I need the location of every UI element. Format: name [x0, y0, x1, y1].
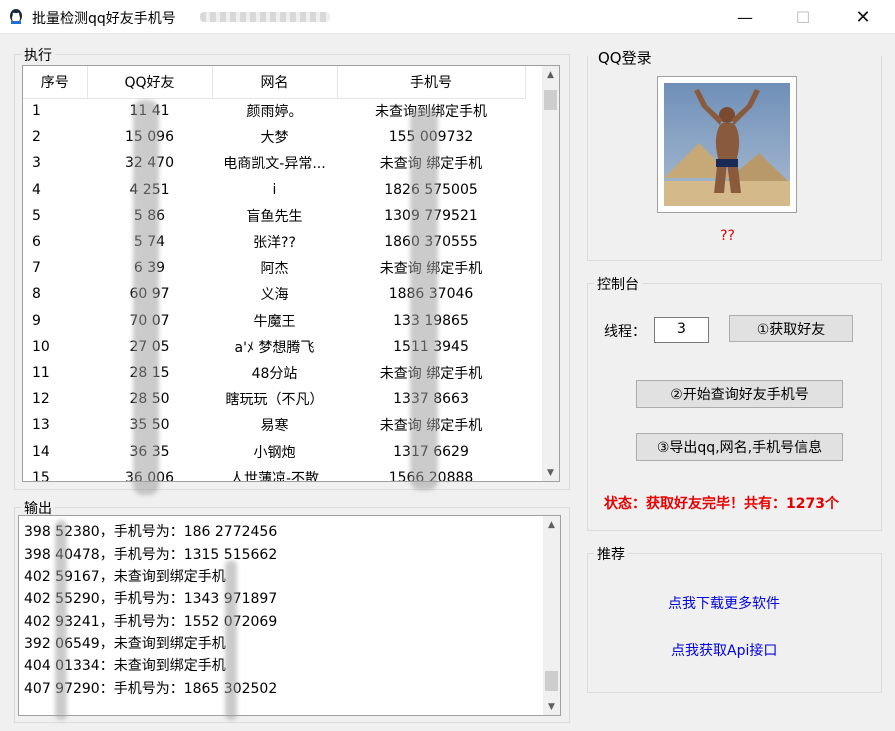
status-text: 状态：获取好友完毕！共有：1273个	[604, 496, 839, 512]
query-phones-button[interactable]: ②开始查询好友手机号	[636, 380, 843, 408]
redaction-smudge	[225, 560, 237, 720]
redaction-smudge	[133, 100, 159, 495]
column-header-no[interactable]: 序号	[23, 66, 88, 99]
table-row[interactable]: 970 07牛魔王133 19865	[23, 308, 525, 334]
row-nickname: 48分站	[251, 365, 298, 382]
column-header-qq[interactable]: QQ好友	[87, 66, 213, 99]
row-nickname: 小钢炮	[253, 444, 296, 461]
row-no: 12	[32, 391, 50, 408]
row-no: 13	[32, 417, 50, 434]
table-row[interactable]: 215 096大梦155 009732	[23, 124, 525, 150]
row-nickname: 张洋??	[253, 235, 296, 252]
row-no: 7	[32, 260, 41, 277]
get-friends-button[interactable]: ①获取好友	[729, 315, 853, 342]
table-row[interactable]: 1228 50瞎玩玩（不凡）1337 8663	[23, 386, 525, 412]
friends-table[interactable]: 序号 QQ好友 网名 手机号 111 41颜雨婷。未查询到绑定手机215 096…	[22, 65, 560, 482]
minimize-button[interactable]: —	[722, 0, 768, 34]
row-nickname: 大梦	[260, 130, 289, 147]
row-nickname: 易寒	[260, 418, 289, 435]
login-group-title: QQ登录	[598, 49, 652, 67]
table-scroll-thumb[interactable]	[544, 90, 557, 110]
column-header-nickname[interactable]: 网名	[212, 66, 338, 99]
scroll-up-icon[interactable]: ▲	[542, 66, 559, 83]
row-no: 6	[32, 234, 41, 251]
exec-group-title: 执行	[21, 45, 55, 65]
row-nickname: i	[272, 181, 277, 198]
download-more-link[interactable]: 点我下载更多软件	[668, 593, 780, 613]
row-no: 14	[32, 443, 50, 460]
scroll-down-icon[interactable]: ▼	[542, 464, 559, 481]
table-row[interactable]: 65 74张洋??1860 370555	[23, 229, 525, 255]
export-button[interactable]: ③导出qq,网名,手机号信息	[636, 433, 843, 461]
threads-input[interactable]: 3	[654, 317, 709, 343]
row-no: 4	[32, 181, 41, 198]
row-nickname: 义海	[260, 287, 289, 304]
recommend-group: 推荐	[587, 544, 882, 693]
row-no: 1	[32, 103, 41, 120]
row-no: 10	[32, 338, 50, 355]
table-scrollbar[interactable]: ▲ ▼	[542, 66, 559, 481]
table-row[interactable]: 44 251i1826 575005	[23, 177, 525, 203]
table-row[interactable]: 76 39阿杰未查询 绑定手机	[23, 255, 525, 281]
table-row[interactable]: 860 97义海1886 37046	[23, 281, 525, 307]
table-row[interactable]: 111 41颜雨婷。未查询到绑定手机	[23, 98, 525, 124]
table-header-row: 序号 QQ好友 网名 手机号	[23, 66, 526, 99]
table-row[interactable]: 55 86盲鱼先生1309 779521	[23, 203, 525, 229]
table-row[interactable]: 1027 05a'ﾒ 梦想腾飞1511 3945	[23, 334, 525, 360]
close-button[interactable]: ✕	[840, 0, 886, 34]
column-header-phone[interactable]: 手机号	[337, 66, 526, 99]
row-nickname: 人世薄凉-不散	[229, 470, 320, 482]
output-log[interactable]: 398 52380，手机号为：186 2772456 398 40478，手机号…	[18, 515, 561, 716]
scroll-down-icon[interactable]: ▼	[543, 698, 560, 715]
row-nickname: 盲鱼先生	[246, 208, 303, 225]
threads-label: 线程：	[604, 324, 646, 340]
row-nickname: 瞎玩玩（不凡）	[225, 392, 324, 409]
row-nickname: 阿杰	[260, 261, 289, 278]
row-nickname: 牛魔王	[253, 313, 296, 330]
row-no: 9	[32, 312, 41, 329]
get-api-link[interactable]: 点我获取Api接口	[671, 640, 777, 660]
maximize-button[interactable]: ☐	[780, 0, 826, 34]
table-row[interactable]: 1436 35小钢炮1317 6629	[23, 438, 525, 464]
output-scroll-thumb[interactable]	[545, 671, 558, 691]
row-nickname: 颜雨婷。	[246, 104, 303, 121]
row-nickname: a'ﾒ 梦想腾飞	[234, 339, 315, 356]
table-row[interactable]: 332 470电商凯文-异常...未查询 绑定手机	[23, 150, 525, 176]
redaction-smudge	[55, 520, 67, 720]
table-row[interactable]: 1536 006人世薄凉-不散1566 20888	[23, 465, 525, 482]
row-nickname: 电商凯文-异常...	[223, 156, 326, 173]
row-no: 15	[32, 469, 50, 482]
output-scrollbar[interactable]: ▲ ▼	[543, 516, 560, 715]
recommend-group-title: 推荐	[594, 544, 628, 564]
app-icon	[10, 9, 22, 24]
window-title: 批量检测qq好友手机号	[32, 11, 176, 27]
row-no: 8	[32, 286, 41, 303]
title-bar: 批量检测qq好友手机号 — ☐ ✕	[0, 0, 895, 34]
table-row[interactable]: 1128 1548分站未查询 绑定手机	[23, 360, 525, 386]
avatar	[664, 83, 790, 206]
table-row[interactable]: 1335 50易寒未查询 绑定手机	[23, 412, 525, 438]
row-no: 2	[32, 129, 41, 146]
blurred-title-suffix	[200, 12, 330, 22]
console-group-title: 控制台	[594, 274, 642, 294]
row-no: 11	[32, 364, 50, 381]
redaction-smudge	[410, 108, 438, 490]
scroll-up-icon[interactable]: ▲	[543, 516, 560, 533]
row-no: 5	[32, 207, 41, 224]
row-no: 3	[32, 155, 41, 172]
avatar-frame	[657, 76, 797, 213]
qq-nickname: ??	[720, 228, 735, 244]
